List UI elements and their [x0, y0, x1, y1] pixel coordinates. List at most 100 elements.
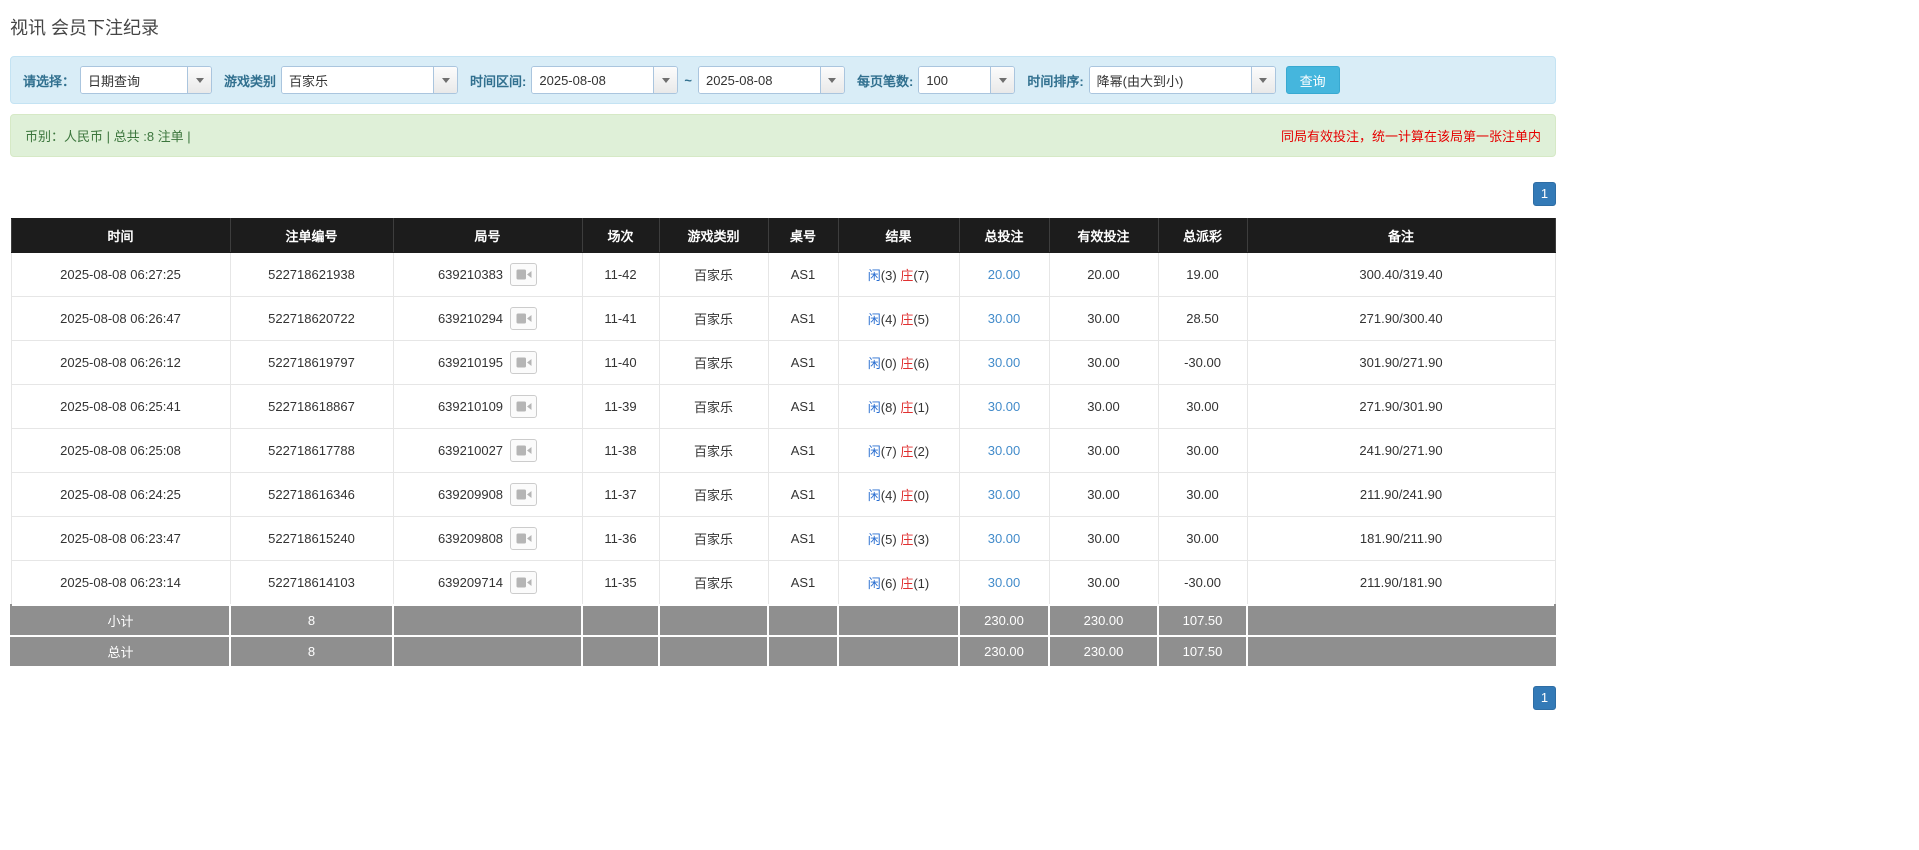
total-count: 8	[229, 634, 394, 668]
subtotal-total-bet: 230.00	[958, 603, 1050, 637]
banker-result-count: (5)	[913, 312, 930, 327]
table-no-cell: AS1	[767, 428, 839, 473]
round-cell: 639210383	[392, 252, 583, 297]
round-cell: 639210294	[392, 296, 583, 341]
chevron-down-icon[interactable]	[653, 67, 678, 93]
game-type-cell: 百家乐	[658, 472, 769, 517]
payout-cell: -30.00	[1157, 560, 1248, 605]
table-row: 2025-08-08 06:24:25 522718616346 639209908…	[10, 472, 1556, 517]
query-type-input[interactable]	[81, 67, 188, 93]
search-button[interactable]: 查询	[1285, 66, 1340, 94]
chevron-down-icon[interactable]	[1250, 67, 1275, 93]
bet-id-cell: 522718619797	[229, 340, 394, 385]
total-bet-link[interactable]: 30.00	[988, 487, 1021, 502]
chevron-down-icon[interactable]	[819, 67, 844, 93]
query-type-combo	[80, 66, 213, 94]
bet-id-cell: 522718616346	[229, 472, 394, 517]
game-type-cell: 百家乐	[658, 252, 769, 297]
bet-id-cell: 522718617788	[229, 428, 394, 473]
round-id: 639210027	[437, 443, 504, 458]
col-bet-id: 注单编号	[229, 218, 394, 253]
player-result-count: (4)	[880, 312, 897, 327]
payout-cell: 28.50	[1157, 296, 1248, 341]
total-bet-link[interactable]: 20.00	[988, 267, 1021, 282]
filter-bar: 请选择： 游戏类别 时间区间: ~ 每页笔数: 时间排序:	[10, 56, 1556, 104]
total-row: 总计 8 230.00 230.00 107.50	[10, 634, 1556, 668]
time-cell: 2025-08-08 06:24:25	[10, 472, 231, 517]
col-time: 时间	[10, 218, 231, 253]
valid-bet-cell: 30.00	[1048, 560, 1159, 605]
banker-result-count: (7)	[913, 268, 930, 283]
page-1-button[interactable]: 1	[1533, 685, 1556, 710]
video-icon[interactable]	[510, 483, 538, 506]
time-cell: 2025-08-08 06:25:08	[10, 428, 231, 473]
game-type-cell: 百家乐	[658, 340, 769, 385]
chevron-down-icon[interactable]	[187, 67, 212, 93]
page-size-input[interactable]	[919, 67, 991, 93]
total-bet-cell: 30.00	[958, 296, 1050, 341]
valid-bet-cell: 30.00	[1048, 516, 1159, 561]
empty-cell	[767, 634, 839, 668]
session-cell: 11-36	[581, 516, 660, 561]
video-icon[interactable]	[510, 395, 538, 418]
game-type-input[interactable]	[282, 67, 434, 93]
round-cell: 639210027	[392, 428, 583, 473]
result-cell: 闲(3) 庄(7)	[837, 252, 960, 297]
total-payout: 107.50	[1157, 634, 1248, 668]
total-bet-link[interactable]: 30.00	[988, 575, 1021, 590]
col-remark: 备注	[1246, 218, 1556, 253]
chevron-down-icon[interactable]	[990, 67, 1015, 93]
banker-result-count: (0)	[913, 488, 930, 503]
table-row: 2025-08-08 06:26:47 522718620722 639210294…	[10, 296, 1556, 341]
empty-cell	[658, 634, 769, 668]
result-cell: 闲(5) 庄(3)	[837, 516, 960, 561]
banker-result-label: 庄	[900, 532, 914, 547]
game-type-cell: 百家乐	[658, 516, 769, 561]
valid-bet-cell: 30.00	[1048, 384, 1159, 429]
video-icon[interactable]	[510, 263, 538, 286]
banker-result-label: 庄	[900, 400, 914, 415]
video-icon[interactable]	[510, 351, 538, 374]
query-type-label: 请选择：	[23, 73, 76, 89]
player-result-label: 闲	[867, 400, 881, 415]
payout-cell: 30.00	[1157, 428, 1248, 473]
valid-bet-notice-text: 同局有效投注，统一计算在该局第一张注单内	[1280, 129, 1541, 144]
game-type-label: 游戏类别	[224, 73, 277, 89]
video-icon[interactable]	[510, 439, 538, 462]
table-row: 2025-08-08 06:23:47 522718615240 639209808…	[10, 516, 1556, 561]
bet-id-cell: 522718618867	[229, 384, 394, 429]
pagination-bottom: 1	[10, 685, 1556, 740]
total-bet-link[interactable]: 30.00	[988, 311, 1021, 326]
total-bet-link[interactable]: 30.00	[988, 355, 1021, 370]
result-cell: 闲(6) 庄(1)	[837, 560, 960, 605]
total-bet-link[interactable]: 30.00	[988, 531, 1021, 546]
page-1-button[interactable]: 1	[1533, 182, 1556, 206]
empty-cell	[658, 603, 769, 637]
chevron-down-icon[interactable]	[433, 67, 458, 93]
video-icon[interactable]	[510, 307, 538, 330]
total-bet-link[interactable]: 30.00	[988, 399, 1021, 414]
date-separator: ~	[684, 72, 692, 88]
date-to-combo	[697, 66, 845, 94]
banker-result-count: (1)	[913, 400, 930, 415]
session-cell: 11-40	[581, 340, 660, 385]
time-sort-input[interactable]	[1089, 67, 1251, 93]
player-result-label: 闲	[867, 356, 881, 371]
session-cell: 11-39	[581, 384, 660, 429]
remark-cell: 211.90/241.90	[1246, 472, 1556, 517]
round-cell: 639209908	[392, 472, 583, 517]
time-sort-combo	[1088, 66, 1276, 94]
total-total-bet: 230.00	[958, 634, 1050, 668]
date-from-input[interactable]	[532, 67, 654, 93]
player-result-count: (0)	[880, 356, 897, 371]
remark-cell: 301.90/271.90	[1246, 340, 1556, 385]
remark-cell: 300.40/319.40	[1246, 252, 1556, 297]
video-icon[interactable]	[510, 570, 538, 594]
round-cell: 639210195	[392, 340, 583, 385]
date-to-input[interactable]	[698, 67, 820, 93]
total-bet-link[interactable]: 30.00	[988, 443, 1021, 458]
player-result-count: (4)	[880, 488, 897, 503]
valid-bet-cell: 30.00	[1048, 340, 1159, 385]
table-no-cell: AS1	[767, 560, 839, 605]
video-icon[interactable]	[510, 527, 538, 550]
